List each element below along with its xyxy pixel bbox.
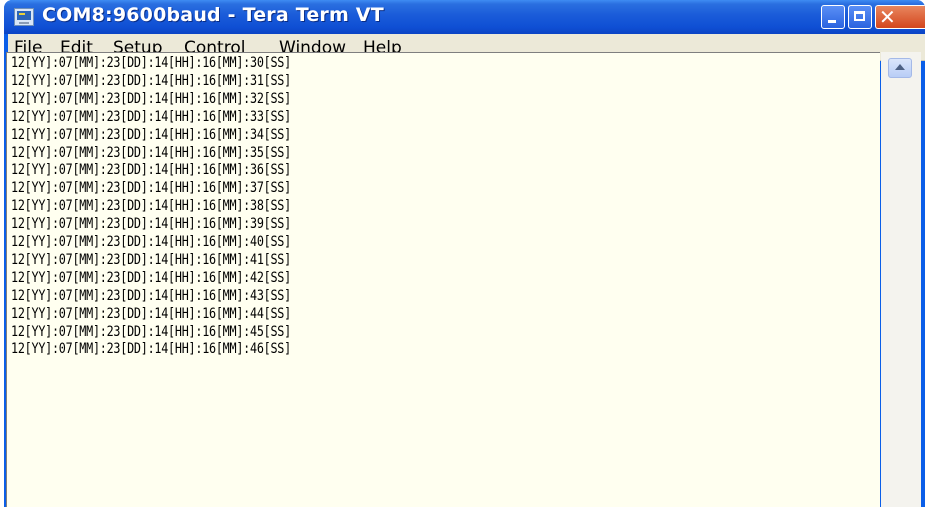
- terminal-line: 12[YY]:07[MM]:23[DD]:14[HH]:16[MM]:33[SS…: [11, 108, 291, 125]
- window-title: COM8:9600baud - Tera Term VT: [42, 4, 384, 26]
- terminal-line: 12[YY]:07[MM]:23[DD]:14[HH]:16[MM]:42[SS…: [11, 269, 291, 286]
- terminal-line: 12[YY]:07[MM]:23[DD]:14[HH]:16[MM]:46[SS…: [11, 341, 291, 358]
- terminal-line: 12[YY]:07[MM]:23[DD]:14[HH]:16[MM]:35[SS…: [11, 144, 291, 161]
- tera-term-icon[interactable]: [14, 8, 34, 26]
- terminal-line: 12[YY]:07[MM]:23[DD]:14[HH]:16[MM]:43[SS…: [11, 287, 291, 304]
- scroll-up-arrow-icon[interactable]: [888, 58, 912, 78]
- terminal-line: 12[YY]:07[MM]:23[DD]:14[HH]:16[MM]:44[SS…: [11, 305, 291, 322]
- tera-term-window: COM8:9600baud - Tera Term VT ✕ File Edit…: [4, 0, 925, 507]
- terminal-line: 12[YY]:07[MM]:23[DD]:14[HH]:16[MM]:37[SS…: [11, 180, 291, 197]
- minimize-icon[interactable]: [821, 5, 845, 29]
- terminal-line: 12[YY]:07[MM]:23[DD]:14[HH]:16[MM]:32[SS…: [11, 90, 291, 107]
- terminal-line: 12[YY]:07[MM]:23[DD]:14[HH]:16[MM]:40[SS…: [11, 234, 291, 250]
- close-icon[interactable]: ✕: [875, 5, 925, 29]
- terminal-line: 12[YY]:07[MM]:23[DD]:14[HH]:16[MM]:45[SS…: [11, 323, 291, 340]
- vertical-scrollbar[interactable]: [881, 52, 921, 507]
- terminal-line: 12[YY]:07[MM]:23[DD]:14[HH]:16[MM]:34[SS…: [11, 126, 291, 143]
- title-bar[interactable]: COM8:9600baud - Tera Term VT ✕: [4, 0, 925, 34]
- terminal-line: 12[YY]:07[MM]:23[DD]:14[HH]:16[MM]:36[SS…: [11, 162, 291, 179]
- terminal-line: 12[YY]:07[MM]:23[DD]:14[HH]:16[MM]:41[SS…: [11, 251, 291, 268]
- terminal-line: 12[YY]:07[MM]:23[DD]:14[HH]:16[MM]:38[SS…: [11, 198, 291, 215]
- terminal-line: 12[YY]:07[MM]:23[DD]:14[HH]:16[MM]:31[SS…: [11, 72, 291, 89]
- terminal-line: 12[YY]:07[MM]:23[DD]:14[HH]:16[MM]:30[SS…: [11, 55, 291, 71]
- maximize-icon[interactable]: [848, 5, 872, 29]
- terminal-output[interactable]: 12[YY]:07[MM]:23[DD]:14[HH]:16[MM]:30[SS…: [6, 52, 880, 507]
- terminal-line: 12[YY]:07[MM]:23[DD]:14[HH]:16[MM]:39[SS…: [11, 216, 291, 233]
